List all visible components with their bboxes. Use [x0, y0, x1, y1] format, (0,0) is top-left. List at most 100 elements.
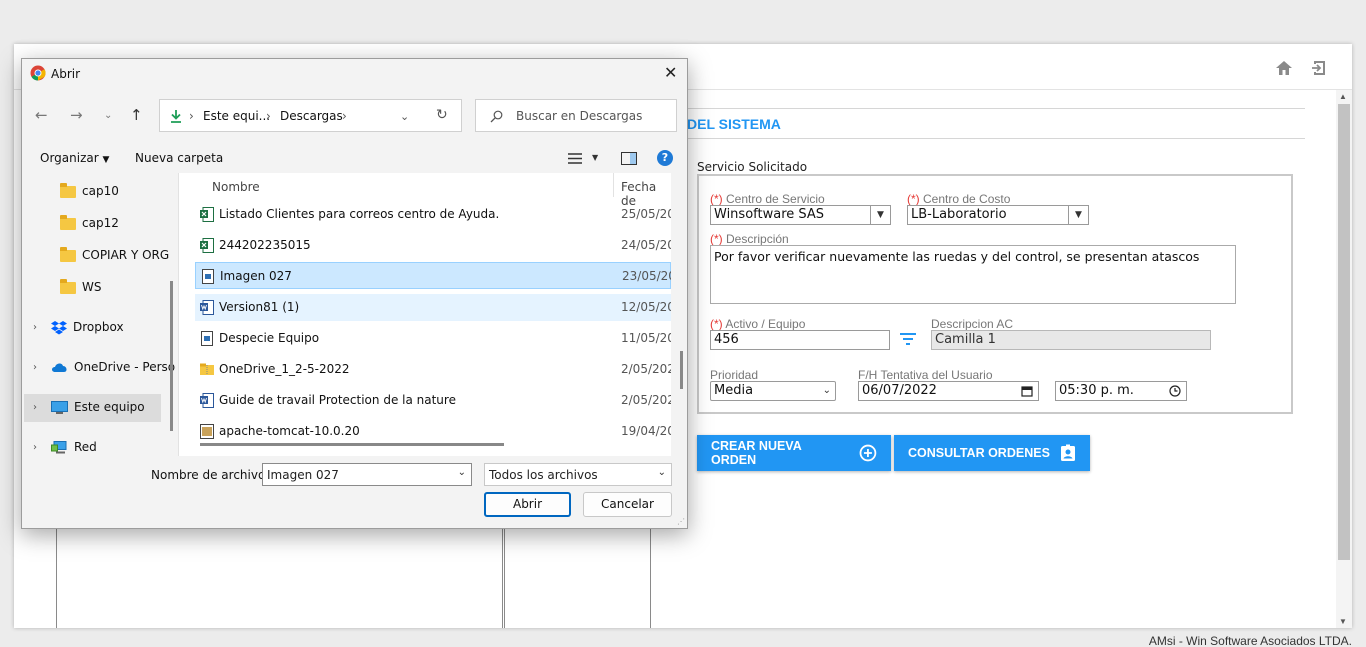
- navigation-scrollbar[interactable]: [170, 281, 173, 431]
- centro-costo-select[interactable]: LB-Laboratorio ▼: [907, 205, 1089, 225]
- forward-arrow-icon[interactable]: →: [70, 106, 83, 124]
- cancel-button[interactable]: Cancelar: [583, 492, 672, 517]
- breadcrumb-item[interactable]: Este equi...: [203, 109, 270, 123]
- view-list-icon[interactable]: [568, 153, 582, 164]
- filename-label: Nombre de archivo:: [151, 468, 270, 482]
- back-arrow-icon[interactable]: ←: [35, 106, 48, 124]
- table-border: [504, 529, 505, 628]
- word-icon: [200, 300, 214, 315]
- filter-icon[interactable]: [899, 331, 917, 347]
- table-border: [650, 529, 651, 628]
- table-border: [502, 529, 503, 628]
- file-row[interactable]: OneDrive_1_2-5-2022 2/05/2022: [195, 356, 671, 383]
- tree-item-ws[interactable]: WS: [60, 275, 101, 299]
- folder-icon: [60, 214, 76, 230]
- resize-grip-icon[interactable]: ⋰: [677, 517, 685, 526]
- file-row[interactable]: Listado Clientes para correos centro de …: [195, 201, 671, 228]
- file-list-scrollbar[interactable]: [680, 351, 683, 389]
- document-icon: [201, 331, 213, 346]
- fecha-label: F/H Tentativa del Usuario: [858, 368, 993, 382]
- file-row-selected[interactable]: Imagen 027 23/05/202: [195, 262, 671, 289]
- file-row[interactable]: Guide de travail Protection de la nature…: [195, 387, 671, 414]
- open-button[interactable]: Abrir: [484, 492, 571, 517]
- divider: [687, 138, 1305, 139]
- expand-chevron-icon[interactable]: ›: [33, 362, 37, 373]
- folder-icon: [60, 278, 76, 294]
- chevron-down-icon[interactable]: ⌄: [458, 467, 466, 478]
- excel-icon: [200, 207, 214, 222]
- filetype-select[interactable]: Todos los archivos ⌄: [484, 463, 672, 486]
- column-separator[interactable]: [613, 173, 614, 197]
- dropdown-arrow-icon: ▼: [1068, 206, 1088, 224]
- calendar-icon[interactable]: [1021, 385, 1033, 397]
- scrollbar-thumb[interactable]: [1338, 104, 1350, 560]
- up-arrow-icon[interactable]: ↑: [130, 106, 143, 124]
- assignment-ind-icon: [1060, 444, 1075, 461]
- recent-chevron-icon[interactable]: ⌄: [104, 110, 112, 121]
- new-folder-button[interactable]: Nueva carpeta: [135, 151, 223, 165]
- scroll-down-icon[interactable]: ▼: [1339, 617, 1347, 626]
- tree-item-este-equipo[interactable]: Este equipo: [51, 395, 145, 419]
- activo-input[interactable]: 456: [710, 330, 890, 350]
- tree-item-copiar[interactable]: COPIAR Y ORG: [60, 243, 169, 267]
- chevron-down-icon: ⌄: [657, 467, 666, 478]
- centro-costo-label: (*) Centro de Costo: [907, 192, 1011, 206]
- home-icon[interactable]: [1274, 58, 1294, 78]
- logout-icon[interactable]: [1310, 58, 1330, 78]
- preview-pane-icon[interactable]: [621, 152, 637, 165]
- organize-button[interactable]: Organizar ▼: [40, 151, 109, 165]
- breadcrumb-separator: ›: [189, 109, 194, 123]
- tree-item-onedrive[interactable]: OneDrive - Perso: [51, 355, 175, 379]
- tree-item-red[interactable]: Red: [51, 435, 97, 456]
- centro-servicio-select[interactable]: Winsoftware SAS ▼: [710, 205, 891, 225]
- file-row[interactable]: apache-tomcat-10.0.20 19/04/202: [195, 418, 671, 445]
- open-file-dialog: Abrir ✕ ← → ⌄ ↑ › Este equi... › Descarg…: [21, 58, 688, 529]
- address-bar[interactable]: › Este equi... › Descargas › ⌄ ↻: [159, 99, 462, 132]
- table-border: [56, 529, 57, 628]
- descripcion-textarea[interactable]: Por favor verificar nuevamente las rueda…: [710, 245, 1236, 304]
- file-row[interactable]: 244202235015 24/05/202: [195, 232, 671, 259]
- onedrive-icon: [52, 363, 67, 372]
- dropdown-arrow-icon: ▼: [870, 206, 890, 224]
- section-title: DEL SISTEMA: [687, 116, 781, 132]
- clock-icon[interactable]: [1169, 385, 1181, 397]
- filename-input[interactable]: Imagen 027 ⌄: [262, 463, 472, 486]
- view-options-caret-icon[interactable]: ▼: [592, 153, 598, 162]
- scroll-up-icon[interactable]: ▲: [1339, 92, 1347, 101]
- hora-input[interactable]: 05:30 p. m.: [1055, 381, 1187, 401]
- footer-text: AMsi - Win Software Asociados LTDA.: [1148, 634, 1352, 647]
- zip-folder-icon: [200, 363, 214, 375]
- crear-orden-button[interactable]: CREAR NUEVA ORDEN: [697, 435, 891, 471]
- expand-chevron-icon[interactable]: ›: [33, 322, 37, 333]
- chevron-down-icon: ⌄: [822, 385, 831, 396]
- app-scrollbar[interactable]: ▲ ▼: [1336, 90, 1352, 628]
- tree-item-cap12[interactable]: cap12: [60, 211, 119, 235]
- file-row[interactable]: Despecie Equipo 11/05/202: [195, 325, 671, 352]
- expand-chevron-icon[interactable]: ›: [33, 442, 37, 453]
- consultar-ordenes-button[interactable]: CONSULTAR ORDENES: [894, 435, 1090, 471]
- search-placeholder: Buscar en Descargas: [516, 109, 643, 123]
- file-list: Nombre Fecha de Listado Clientes para co…: [179, 173, 671, 456]
- refresh-icon[interactable]: ↻: [436, 107, 448, 123]
- breadcrumb-item[interactable]: Descargas: [280, 109, 343, 123]
- search-box[interactable]: Buscar en Descargas: [475, 99, 677, 132]
- word-icon: [200, 393, 214, 408]
- tree-item-dropbox[interactable]: Dropbox: [51, 315, 124, 339]
- close-icon[interactable]: ✕: [664, 63, 677, 82]
- navigation-pane: cap10 cap12 COPIAR Y ORG WS › Dropbox › …: [22, 173, 179, 456]
- column-header-name[interactable]: Nombre: [212, 180, 260, 194]
- address-dropdown-icon[interactable]: ⌄: [400, 110, 409, 123]
- fecha-input[interactable]: 06/07/2022: [858, 381, 1039, 401]
- dropbox-icon: [51, 320, 67, 334]
- caret-down-icon: ▼: [102, 155, 110, 165]
- add-circle-icon: [859, 444, 877, 462]
- folder-icon: [60, 246, 76, 262]
- file-list-hscrollbar[interactable]: [200, 443, 504, 446]
- help-icon[interactable]: ?: [657, 150, 673, 166]
- file-row[interactable]: Version81 (1) 12/05/202: [195, 294, 671, 321]
- activo-label: (*) Activo / Equipo: [710, 317, 806, 331]
- expand-chevron-icon[interactable]: ›: [33, 402, 37, 413]
- tree-item-cap10[interactable]: cap10: [60, 179, 119, 203]
- prioridad-select[interactable]: Media ⌄: [710, 381, 836, 401]
- folder-icon: [60, 182, 76, 198]
